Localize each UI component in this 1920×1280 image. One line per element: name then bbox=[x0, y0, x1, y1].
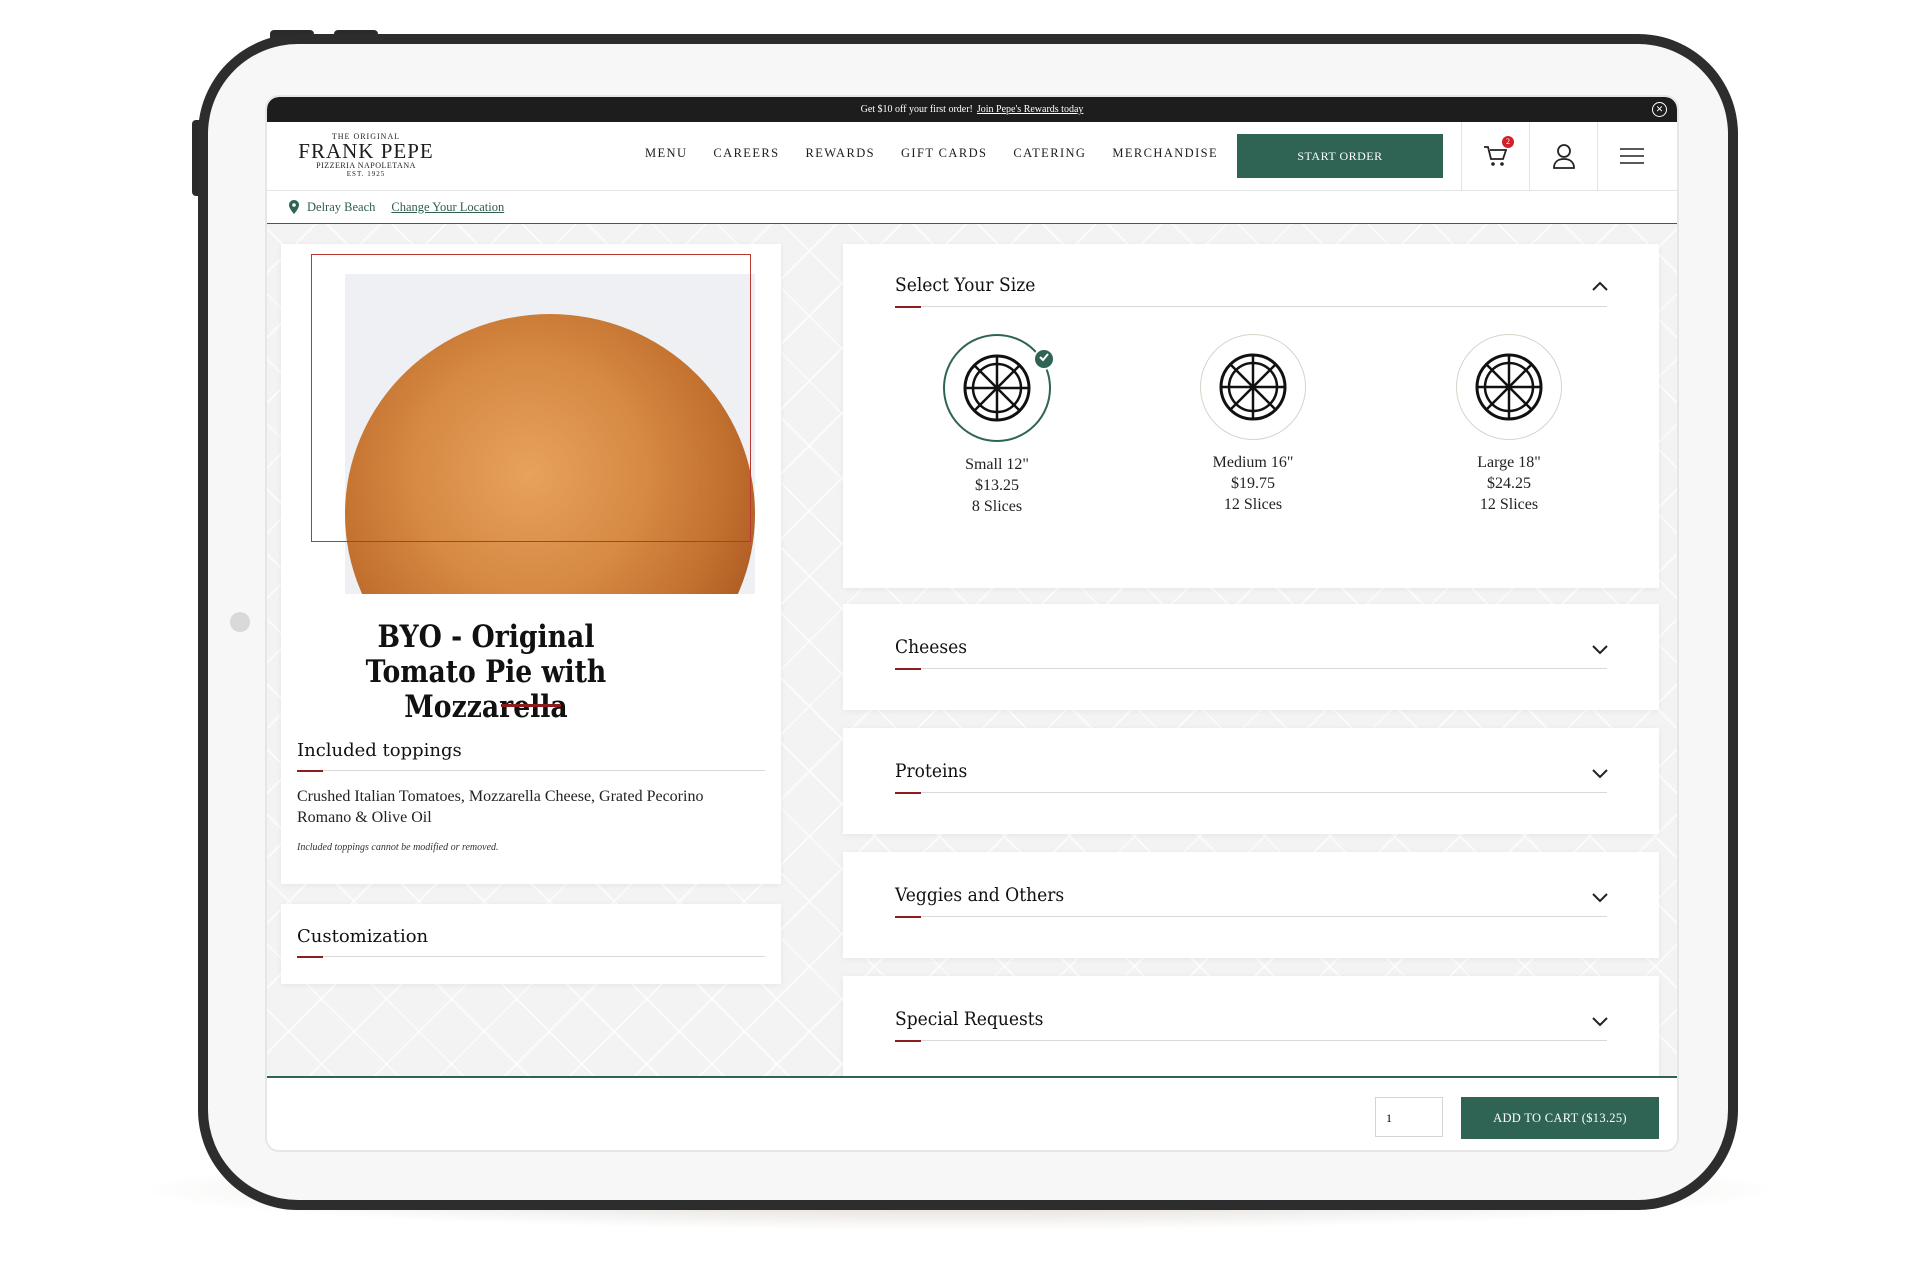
accordion-title: Cheeses bbox=[895, 636, 968, 658]
section-underline bbox=[895, 668, 921, 670]
nav-item-catering[interactable]: CATERING bbox=[1013, 146, 1086, 161]
main-nav: MENU CAREERS REWARDS GIFT CARDS CATERING… bbox=[645, 146, 1244, 161]
accordion-veggies[interactable]: Veggies and Others bbox=[843, 852, 1659, 958]
chevron-up-icon[interactable] bbox=[1591, 278, 1609, 296]
size-name: Small 12" bbox=[965, 456, 1029, 473]
hamburger-menu-button[interactable] bbox=[1597, 122, 1666, 190]
promo-link[interactable]: Join Pepe's Rewards today bbox=[977, 104, 1084, 115]
nav-item-merchandise[interactable]: MERCHANDISE bbox=[1112, 146, 1218, 161]
logo-line: FRANK PEPE bbox=[298, 139, 434, 163]
section-underline bbox=[297, 956, 323, 958]
product-card: BYO - Original Tomato Pie with Mozzarell… bbox=[281, 244, 781, 884]
check-icon bbox=[1033, 348, 1055, 370]
divider bbox=[297, 770, 765, 771]
pizza-size-icon bbox=[943, 334, 1055, 442]
size-heading[interactable]: Select Your Size bbox=[895, 274, 1035, 296]
promo-bar: Get $10 off your first order! Join Pepe'… bbox=[267, 97, 1677, 122]
accordion-title: Veggies and Others bbox=[895, 884, 1065, 906]
pizza-size-icon bbox=[1456, 334, 1562, 440]
logo-line: EST. 1925 bbox=[346, 170, 386, 178]
included-toppings-text: Crushed Italian Tomatoes, Mozzarella Che… bbox=[297, 788, 704, 826]
account-button[interactable] bbox=[1529, 122, 1598, 190]
user-icon bbox=[1553, 144, 1575, 169]
location-name: Delray Beach bbox=[307, 199, 376, 214]
nav-item-careers[interactable]: CAREERS bbox=[713, 146, 779, 161]
size-option-large[interactable]: Large 18" $24.25 12 Slices bbox=[1439, 334, 1579, 515]
quantity-input[interactable]: 1 bbox=[1375, 1097, 1443, 1137]
customization-heading: Customization bbox=[297, 926, 429, 947]
divider bbox=[895, 1040, 1607, 1041]
section-underline bbox=[297, 770, 323, 772]
included-toppings-heading: Included toppings bbox=[297, 740, 462, 761]
size-slices: 12 Slices bbox=[1479, 496, 1539, 513]
size-option-medium[interactable]: Medium 16" $19.75 12 Slices bbox=[1183, 334, 1323, 515]
location-bar: Delray Beach Change Your Location bbox=[267, 191, 1677, 225]
logo[interactable]: THE ORIGINAL FRANK PEPE PIZZERIA NAPOLET… bbox=[291, 132, 441, 178]
nav-item-menu[interactable]: MENU bbox=[645, 146, 687, 161]
accordion-title: Proteins bbox=[895, 760, 968, 782]
accordion-special-requests[interactable]: Special Requests bbox=[843, 976, 1659, 1082]
chevron-down-icon[interactable] bbox=[1591, 764, 1609, 782]
customization-card: Customization bbox=[281, 904, 781, 984]
divider bbox=[895, 306, 1607, 307]
hamburger-icon bbox=[1620, 148, 1644, 164]
size-price: $24.25 bbox=[1487, 475, 1531, 492]
section-underline bbox=[895, 1040, 921, 1042]
section-underline bbox=[895, 306, 921, 308]
size-price: $19.75 bbox=[1231, 475, 1275, 492]
nav-item-rewards[interactable]: REWARDS bbox=[805, 146, 875, 161]
title-underline bbox=[501, 704, 561, 707]
accordion-proteins[interactable]: Proteins bbox=[843, 728, 1659, 834]
size-option-small[interactable]: Small 12" $13.25 8 Slices bbox=[927, 334, 1067, 517]
section-underline bbox=[895, 792, 921, 794]
site-header: THE ORIGINAL FRANK PEPE PIZZERIA NAPOLET… bbox=[267, 122, 1677, 191]
change-location-link[interactable]: Change Your Location bbox=[391, 200, 504, 215]
chevron-down-icon[interactable] bbox=[1591, 888, 1609, 906]
size-slices: 12 Slices bbox=[1223, 496, 1283, 513]
divider bbox=[895, 668, 1607, 669]
nav-item-gift-cards[interactable]: GIFT CARDS bbox=[901, 146, 987, 161]
location-pin-icon bbox=[289, 200, 299, 214]
chevron-down-icon[interactable] bbox=[1591, 1012, 1609, 1030]
pizza-size-icon bbox=[1200, 334, 1306, 440]
main-content: BYO - Original Tomato Pie with Mozzarell… bbox=[267, 224, 1677, 1082]
camera-dot bbox=[230, 612, 250, 632]
accordion-title: Special Requests bbox=[895, 1008, 1044, 1030]
divider bbox=[895, 792, 1607, 793]
promo-text: Get $10 off your first order! bbox=[860, 104, 973, 115]
divider bbox=[297, 956, 765, 957]
screen: Get $10 off your first order! Join Pepe'… bbox=[265, 95, 1679, 1152]
size-price: $13.25 bbox=[975, 477, 1019, 494]
cart-count-badge: 2 bbox=[1502, 136, 1514, 148]
product-title: BYO - Original Tomato Pie with Mozzarell… bbox=[365, 619, 607, 725]
start-order-button[interactable]: START ORDER bbox=[1237, 134, 1443, 178]
pizza-icon bbox=[1219, 353, 1287, 421]
close-icon[interactable]: ✕ bbox=[1652, 102, 1667, 117]
cart-button[interactable]: 2 bbox=[1461, 122, 1530, 190]
size-panel: Select Your Size Small 12" $13.25 8 Slic… bbox=[843, 244, 1659, 588]
size-slices: 8 Slices bbox=[971, 498, 1023, 515]
toppings-note: Included toppings cannot be modified or … bbox=[297, 842, 499, 853]
accordion-cheeses[interactable]: Cheeses bbox=[843, 604, 1659, 710]
divider bbox=[895, 916, 1607, 917]
image-frame bbox=[311, 254, 751, 542]
add-to-cart-button[interactable]: ADD TO CART ($13.25) bbox=[1461, 1097, 1659, 1139]
order-footer: 1 ADD TO CART ($13.25) bbox=[267, 1076, 1677, 1150]
pizza-icon bbox=[1475, 353, 1543, 421]
chevron-down-icon[interactable] bbox=[1591, 640, 1609, 658]
size-name: Medium 16" bbox=[1212, 454, 1294, 471]
pizza-icon bbox=[963, 354, 1031, 422]
size-name: Large 18" bbox=[1477, 454, 1541, 471]
section-underline bbox=[895, 916, 921, 918]
